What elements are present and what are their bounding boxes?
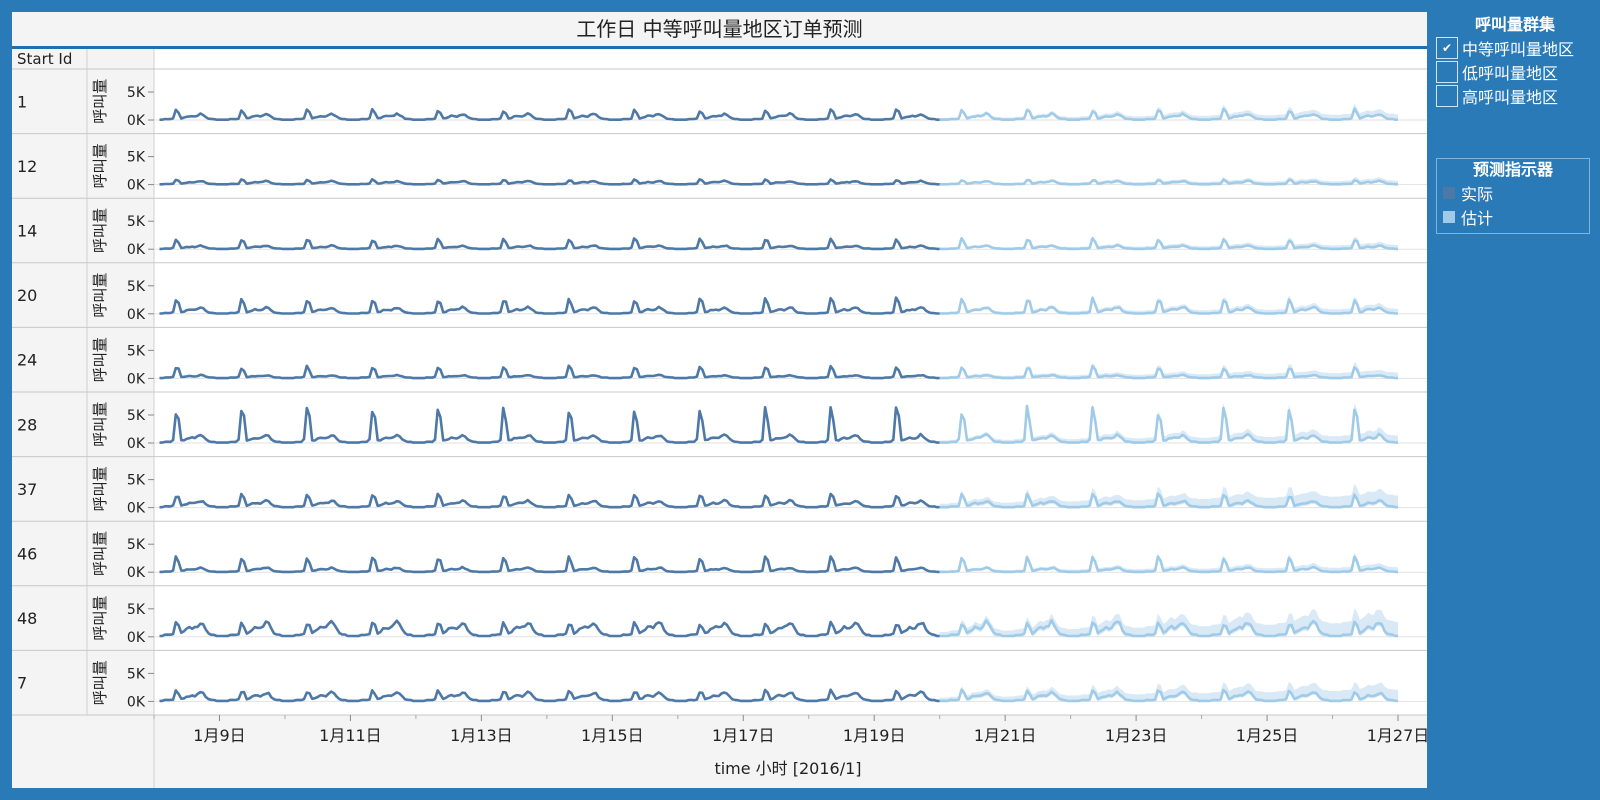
y-axis-label: 呼叫量: [91, 531, 109, 576]
indicator-legend-title: 预测指示器: [1472, 160, 1553, 179]
x-tick-label: 1月9日: [193, 726, 245, 745]
y-axis-label: 呼叫量: [91, 596, 109, 641]
y-axis-label: 呼叫量: [91, 660, 109, 705]
row-header-label: Start Id: [17, 50, 72, 68]
row-id-label: 12: [17, 157, 37, 176]
x-axis-label: time 小时 [2016/1]: [714, 759, 861, 778]
row-id-label: 48: [17, 609, 37, 628]
y-tick-label: 0K: [127, 501, 146, 517]
y-tick-label: 5K: [127, 279, 146, 295]
y-axis-label: 呼叫量: [91, 466, 109, 511]
indicator-item-actual[interactable]: 实际: [1437, 181, 1589, 205]
x-tick-label: 1月11日: [319, 726, 382, 745]
cluster-item-label: 中等呼叫量地区: [1462, 40, 1575, 59]
y-tick-label: 0K: [127, 307, 146, 323]
cluster-legend-title: 呼叫量群集: [1474, 15, 1555, 34]
y-tick-label: 5K: [127, 602, 146, 618]
y-tick-label: 0K: [127, 630, 146, 646]
x-tick-label: 1月19日: [843, 726, 906, 745]
cluster-item-low[interactable]: 低呼叫量地区: [1436, 60, 1594, 84]
actual-series-line: [159, 406, 940, 444]
cluster-item-label: 低呼叫量地区: [1462, 64, 1559, 83]
actual-series-line: [159, 492, 940, 509]
checkbox-high[interactable]: [1436, 85, 1458, 107]
row-id-label: 46: [17, 545, 37, 564]
checkbox-medium[interactable]: ✔: [1436, 37, 1458, 59]
row-id-label: 14: [17, 222, 37, 241]
forecast-band: [939, 681, 1398, 702]
cluster-item-medium[interactable]: ✔ 中等呼叫量地区: [1436, 36, 1594, 60]
chart-panel: Start Id 1 呼叫量 5K 0K 12 呼叫量 5K 0K 14 呼叫量 5K 0K 20 呼叫量 5…: [12, 12, 1427, 788]
row-id-label: 37: [17, 480, 37, 499]
x-tick-label: 1月27日: [1367, 726, 1427, 745]
actual-series-line: [159, 296, 940, 315]
y-axis-label: 呼叫量: [91, 143, 109, 188]
actual-swatch: [1443, 187, 1455, 199]
forecast-band: [939, 608, 1398, 637]
row-id-label: 20: [17, 286, 37, 305]
row-id-label: 1: [17, 92, 27, 111]
cluster-item-label: 高呼叫量地区: [1462, 88, 1559, 107]
x-tick-label: 1月17日: [712, 726, 775, 745]
y-tick-label: 5K: [127, 666, 146, 682]
y-tick-label: 0K: [127, 565, 146, 581]
y-tick-label: 0K: [127, 694, 146, 710]
y-axis-label: 呼叫量: [91, 402, 109, 447]
y-axis-label: 呼叫量: [91, 273, 109, 318]
y-axis-label: 呼叫量: [91, 337, 109, 382]
x-tick-label: 1月13日: [450, 726, 513, 745]
y-tick-label: 5K: [127, 343, 146, 359]
actual-series-line: [159, 619, 940, 638]
y-tick-label: 5K: [127, 214, 146, 230]
x-tick-label: 1月25日: [1236, 726, 1299, 745]
y-axis-label: 呼叫量: [91, 208, 109, 253]
check-icon: ✔: [1441, 41, 1453, 55]
actual-series-line: [159, 364, 940, 380]
actual-series-line: [159, 178, 940, 186]
indicator-legend: 预测指示器 实际 估计: [1436, 158, 1590, 234]
cluster-item-high[interactable]: 高呼叫量地区: [1436, 84, 1594, 108]
checkbox-low[interactable]: [1436, 61, 1458, 83]
chart-title: 工作日 中等呼叫量地区订单预测: [12, 12, 1427, 49]
x-tick-label: 1月21日: [974, 726, 1037, 745]
header-band: [154, 49, 1427, 69]
forecast-chart: Start Id 1 呼叫量 5K 0K 12 呼叫量 5K 0K 14 呼叫量 5K 0K 20 呼叫量 5…: [12, 49, 1427, 788]
actual-series-line: [159, 107, 940, 121]
x-tick-label: 1月23日: [1105, 726, 1168, 745]
row-id-label: 24: [17, 351, 37, 370]
actual-series-line: [159, 688, 940, 703]
cluster-legend: 呼叫量群集 ✔ 中等呼叫量地区 低呼叫量地区 高呼叫量地区: [1436, 14, 1594, 108]
y-tick-label: 5K: [127, 408, 146, 424]
estimate-swatch: [1443, 211, 1455, 223]
y-tick-label: 0K: [127, 371, 146, 387]
x-tick-label: 1月15日: [581, 726, 644, 745]
y-tick-label: 0K: [127, 178, 146, 194]
y-axis-label: 呼叫量: [91, 79, 109, 124]
y-tick-label: 0K: [127, 113, 146, 129]
y-tick-label: 5K: [127, 85, 146, 101]
row-id-label: 28: [17, 415, 37, 434]
indicator-item-label: 估计: [1461, 209, 1494, 228]
actual-series-line: [159, 237, 940, 251]
forecast-band: [939, 402, 1398, 443]
y-tick-label: 0K: [127, 242, 146, 258]
indicator-item-estimate[interactable]: 估计: [1437, 205, 1589, 229]
indicator-item-label: 实际: [1461, 185, 1494, 204]
row-id-label: 7: [17, 674, 27, 693]
y-tick-label: 0K: [127, 436, 146, 452]
y-tick-label: 5K: [127, 473, 146, 489]
y-tick-label: 5K: [127, 150, 146, 166]
actual-series-line: [159, 555, 940, 574]
y-tick-label: 5K: [127, 537, 146, 553]
